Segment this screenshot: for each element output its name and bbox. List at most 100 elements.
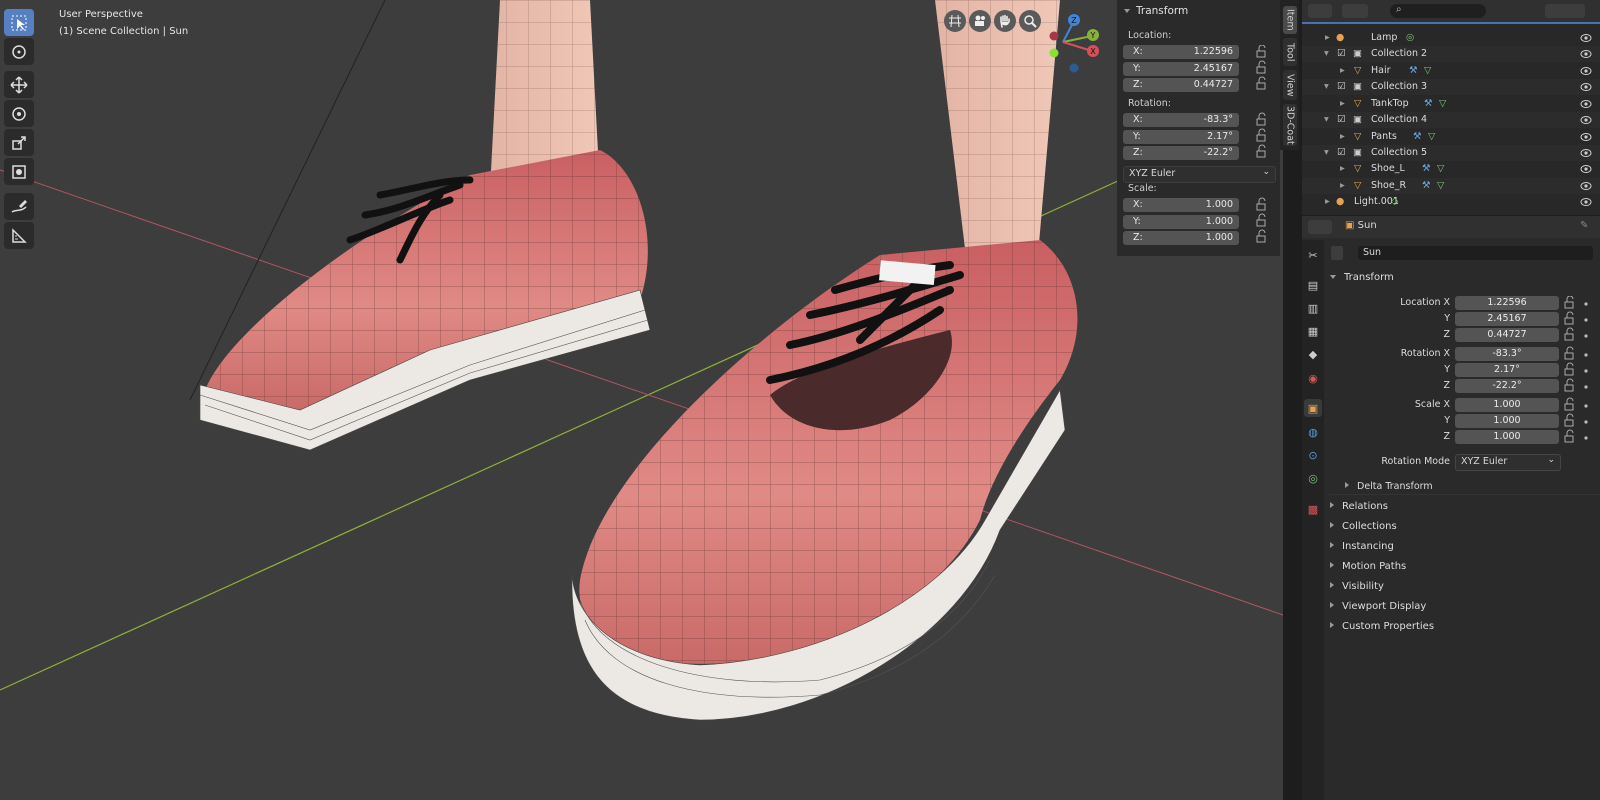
checkbox-icon[interactable]: ☑	[1337, 147, 1346, 158]
rotate-tool[interactable]	[4, 100, 34, 127]
constraints-icon[interactable]: ⊙	[1304, 446, 1322, 464]
rotation-z-field[interactable]: -22.2°	[1455, 379, 1559, 393]
select-box-tool[interactable]	[4, 9, 34, 36]
rotation-y-field[interactable]: 2.17°	[1455, 363, 1559, 377]
outliner-row-pants[interactable]: ▸ ▽ Pants ⚒ ▽	[1302, 129, 1600, 145]
measure-tool[interactable]	[4, 222, 34, 249]
npanel-location-x[interactable]: X: 1.22596	[1123, 45, 1239, 59]
location-z-field[interactable]: 0.44727	[1455, 328, 1559, 342]
collection-icon: ▣	[1353, 48, 1362, 59]
outliner-search-input[interactable]: ⌕	[1390, 4, 1486, 18]
npanel-location-z[interactable]: Z: 0.44727	[1123, 78, 1239, 92]
npanel-rotation-x[interactable]: X: -83.3°	[1123, 113, 1239, 127]
object-name-field[interactable]: Sun	[1358, 246, 1593, 260]
zoom-icon[interactable]	[1019, 10, 1041, 32]
location-y-field[interactable]: 2.45167	[1455, 312, 1559, 326]
eye-icon[interactable]	[1580, 49, 1592, 59]
tab-tool[interactable]: Tool	[1283, 38, 1297, 66]
3d-viewport[interactable]: User Perspective (1) Scene Collection | …	[0, 0, 1283, 800]
collection-icon: ▣	[1353, 81, 1362, 92]
eye-icon[interactable]	[1580, 181, 1592, 191]
pin-icon[interactable]: ✎	[1580, 220, 1588, 231]
rotation-mode-label: Rotation Mode	[1381, 456, 1450, 467]
object-properties-icon[interactable]: ▣	[1304, 399, 1322, 417]
scale-z-field[interactable]: 1.000	[1455, 430, 1559, 444]
display-mode-icon[interactable]	[1342, 4, 1368, 18]
eye-icon[interactable]	[1580, 164, 1592, 174]
npanel-rotation-z[interactable]: Z: -22.2°	[1123, 146, 1239, 160]
camera-icon[interactable]	[969, 10, 991, 32]
outliner-row-lamp[interactable]: ▸ ● Lamp ◎	[1302, 30, 1600, 46]
delta-transform-section[interactable]: Delta Transform	[1345, 481, 1433, 492]
annotate-tool[interactable]	[4, 193, 34, 220]
eye-icon[interactable]	[1580, 132, 1592, 142]
tab-item[interactable]: Item	[1283, 6, 1297, 34]
npanel-location-y[interactable]: Y: 2.45167	[1123, 62, 1239, 76]
scene-icon[interactable]: ◆	[1304, 345, 1322, 363]
outliner-row-shoe-l[interactable]: ▸ ▽ Shoe_L ⚒ ▽	[1302, 161, 1600, 177]
gizmo-z-label: Z	[1071, 16, 1077, 25]
texture-icon[interactable]: ▩	[1304, 500, 1322, 518]
npanel-rotation-y[interactable]: Y: 2.17°	[1123, 130, 1239, 144]
output-icon[interactable]: ▥	[1304, 299, 1322, 317]
tab-view[interactable]: View	[1283, 70, 1297, 100]
rotation-mode-select[interactable]: XYZ Euler ⌄	[1455, 454, 1561, 471]
scale-y-field[interactable]: 1.000	[1455, 414, 1559, 428]
outliner-row-shoe-r[interactable]: ▸ ▽ Shoe_R ⚒ ▽	[1302, 178, 1600, 194]
outliner-row-collection-4[interactable]: ▾ ☑ ▣ Collection 4	[1302, 112, 1600, 128]
transform-section-header[interactable]: Transform	[1330, 272, 1394, 283]
editor-type-icon[interactable]	[1308, 4, 1332, 18]
toggle-camera-view-grid-icon[interactable]	[944, 10, 966, 32]
outliner-row-collection-5[interactable]: ▾ ☑ ▣ Collection 5	[1302, 145, 1600, 161]
outliner-row-light-001[interactable]: ▸ ● Light.001 ◇	[1302, 194, 1600, 210]
instancing-section[interactable]: Instancing	[1330, 541, 1394, 552]
transform-tool[interactable]	[4, 158, 34, 185]
annotate-icon	[11, 199, 27, 213]
eye-icon[interactable]	[1580, 99, 1592, 109]
cursor-tool[interactable]	[4, 38, 34, 65]
custom-properties-section[interactable]: Custom Properties	[1330, 621, 1434, 632]
eye-icon[interactable]	[1580, 82, 1592, 92]
properties-editor-type-icon[interactable]	[1308, 220, 1332, 234]
object-data-light-icon[interactable]: ◎	[1304, 469, 1322, 487]
visibility-section[interactable]: Visibility	[1330, 581, 1384, 592]
eye-icon[interactable]	[1580, 33, 1592, 43]
pan-hand-icon[interactable]	[994, 10, 1016, 32]
eye-icon[interactable]	[1580, 115, 1592, 125]
filter-icon[interactable]	[1545, 4, 1585, 18]
world-icon[interactable]: ◉	[1304, 369, 1322, 387]
axis-gizmo[interactable]: Z Y X	[1040, 12, 1100, 74]
outliner-row-collection-2[interactable]: ▾ ☑ ▣ Collection 2	[1302, 46, 1600, 62]
eye-icon[interactable]	[1580, 197, 1592, 207]
move-tool[interactable]	[4, 71, 34, 98]
outliner-row-tanktop[interactable]: ▸ ▽ TankTop ⚒ ▽	[1302, 96, 1600, 112]
property-lock-icon[interactable]	[1563, 296, 1593, 446]
npanel-scale-x[interactable]: X: 1.000	[1123, 198, 1239, 212]
motion-paths-section[interactable]: Motion Paths	[1330, 561, 1406, 572]
outliner-row-hair[interactable]: ▸ ▽ Hair ⚒ ▽	[1302, 63, 1600, 79]
npanel-scale-z[interactable]: Z: 1.000	[1123, 231, 1239, 245]
lock-icon[interactable]	[1255, 45, 1269, 245]
scale-x-field[interactable]: 1.000	[1455, 398, 1559, 412]
relations-section[interactable]: Relations	[1330, 501, 1388, 512]
physics-icon[interactable]: ◍	[1304, 423, 1322, 441]
collections-section[interactable]: Collections	[1330, 521, 1397, 532]
checkbox-icon[interactable]: ☑	[1337, 48, 1346, 59]
outliner-row-collection-3[interactable]: ▾ ☑ ▣ Collection 3	[1302, 79, 1600, 95]
npanel-rotation-mode-select[interactable]: XYZ Euler ⌄	[1123, 166, 1276, 183]
scale-tool[interactable]	[4, 129, 34, 156]
npanel-scale-y[interactable]: Y: 1.000	[1123, 215, 1239, 229]
viewport-display-section[interactable]: Viewport Display	[1330, 601, 1426, 612]
npanel-transform-header[interactable]: Transform	[1124, 5, 1188, 17]
tool-settings-icon[interactable]: ✂	[1304, 246, 1322, 264]
eye-icon[interactable]	[1580, 148, 1592, 158]
view-layer-icon[interactable]: ▦	[1304, 322, 1322, 340]
object-type-icon[interactable]	[1331, 246, 1343, 260]
render-icon[interactable]: ▤	[1304, 276, 1322, 294]
eye-icon[interactable]	[1580, 66, 1592, 76]
checkbox-icon[interactable]: ☑	[1337, 114, 1346, 125]
checkbox-icon[interactable]: ☑	[1337, 81, 1346, 92]
tab-3d-coat[interactable]: 3D-Coat	[1283, 104, 1297, 146]
rotation-x-field[interactable]: -83.3°	[1455, 347, 1559, 361]
location-x-field[interactable]: 1.22596	[1455, 296, 1559, 310]
